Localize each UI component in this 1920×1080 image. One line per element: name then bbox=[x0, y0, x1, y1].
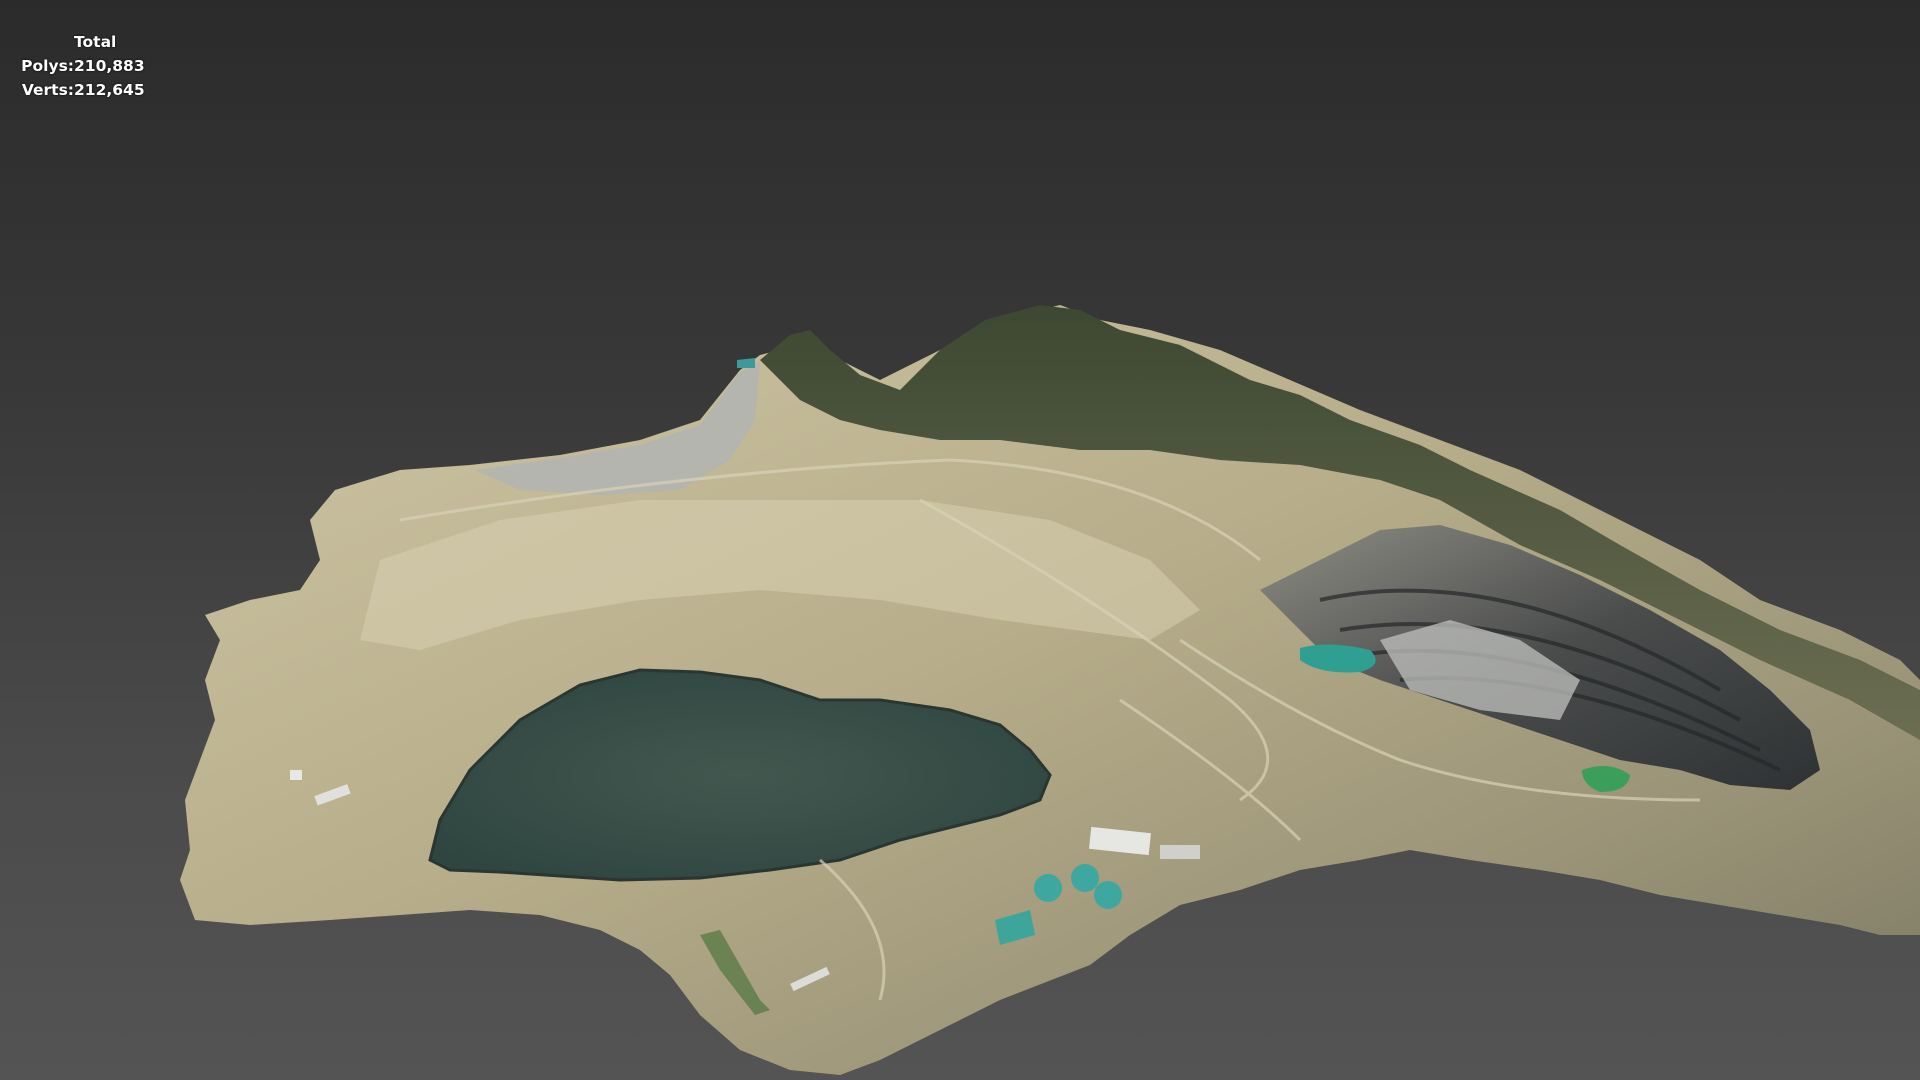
verts-label: Verts: bbox=[21, 81, 74, 99]
stats-polys-row: Polys: 210,883 bbox=[13, 54, 145, 78]
stats-header: Total bbox=[74, 33, 117, 51]
stats-verts-row: Verts: 212,645 bbox=[13, 78, 145, 102]
3d-viewport[interactable]: Total Polys: 210,883 Verts: 212,645 bbox=[0, 0, 1920, 1080]
verts-value: 212,645 bbox=[74, 81, 145, 99]
polys-value: 210,883 bbox=[74, 57, 145, 75]
viewport-statistics: Total Polys: 210,883 Verts: 212,645 bbox=[13, 30, 145, 102]
teal-marker bbox=[737, 358, 755, 368]
terrain-mesh[interactable] bbox=[0, 0, 1920, 1080]
polys-label: Polys: bbox=[21, 57, 74, 75]
